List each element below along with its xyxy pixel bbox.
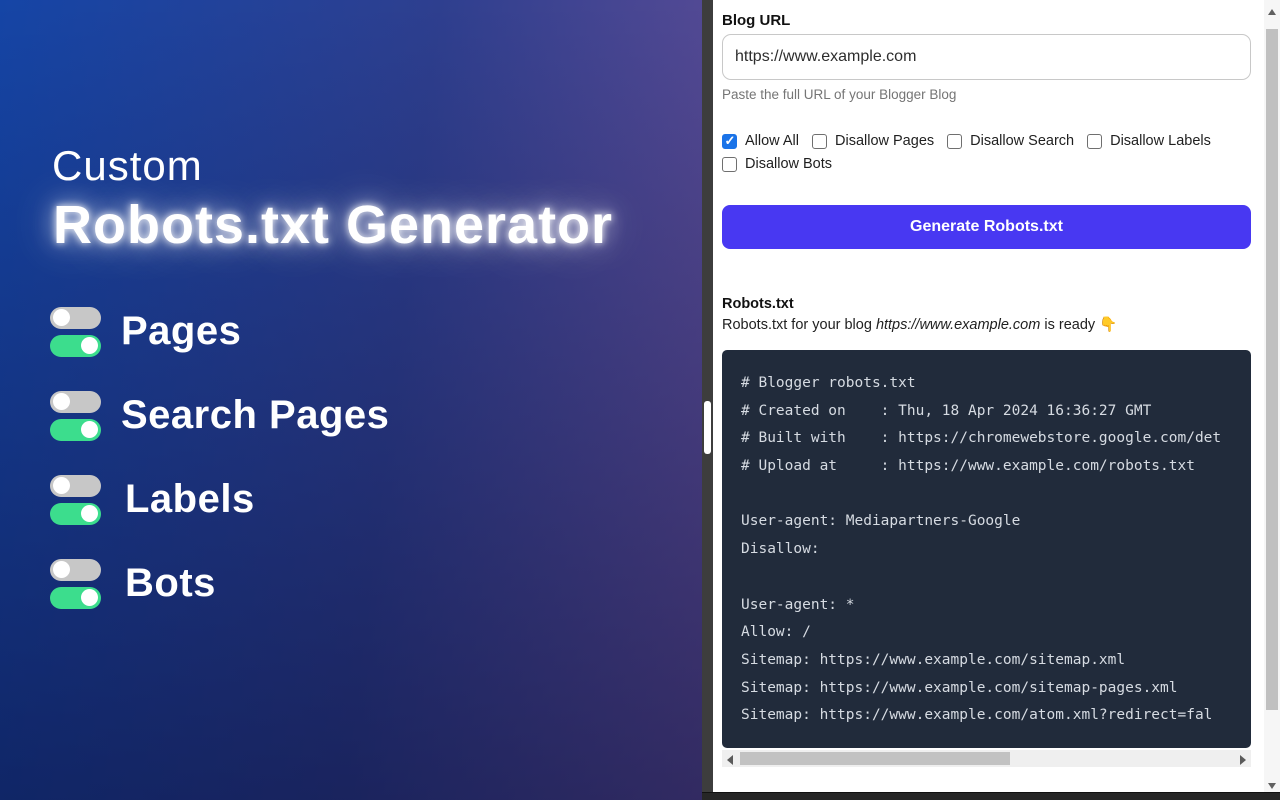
toggle-knob-icon [81, 421, 98, 438]
bots-toggle-off-icon[interactable] [50, 559, 101, 581]
code-line [741, 486, 1251, 514]
result-subtitle-prefix: Robots.txt for your blog [722, 317, 876, 333]
labels-toggle-off-icon[interactable] [50, 475, 101, 497]
labels-toggle-on-icon[interactable] [50, 503, 101, 525]
checkbox-label: Allow All [745, 133, 799, 149]
result-subtitle-suffix: is ready 👇 [1040, 317, 1117, 333]
code-horizontal-scrollbar-thumb[interactable] [740, 752, 1010, 765]
toggle-knob-icon [53, 393, 70, 410]
checkbox-unchecked-icon[interactable] [812, 134, 827, 149]
blog-url-label: Blog URL [722, 12, 1251, 29]
toggle-knob-icon [53, 477, 70, 494]
search-pages-toggle-on-icon[interactable] [50, 419, 101, 441]
robots-txt-output: # Blogger robots.txt # Created on : Thu,… [722, 350, 1251, 748]
blog-url-input[interactable] [722, 34, 1251, 80]
code-line: Sitemap: https://www.example.com/sitemap… [741, 652, 1251, 680]
code-line: Sitemap: https://www.example.com/sitemap… [741, 680, 1251, 708]
blog-url-hint: Paste the full URL of your Blogger Blog [722, 87, 1251, 102]
pages-switch-stack [50, 307, 101, 357]
code-line: # Upload at : https://www.example.com/ro… [741, 458, 1251, 486]
scroll-up-arrow-icon[interactable] [1268, 9, 1276, 15]
page-vertical-scrollbar-thumb[interactable] [1266, 29, 1278, 710]
toggle-knob-icon [53, 561, 70, 578]
checkbox-label: Disallow Search [970, 133, 1074, 149]
code-line: User-agent: * [741, 597, 1251, 625]
result-subtitle-url: https://www.example.com [876, 317, 1040, 333]
toggle-label-bots: Bots [125, 561, 216, 606]
scroll-down-arrow-icon[interactable] [1268, 783, 1276, 789]
labels-switch-stack [50, 475, 101, 525]
search-pages-toggle-off-icon[interactable] [50, 391, 101, 413]
code-line [741, 569, 1251, 597]
checkbox-label: Disallow Bots [745, 156, 832, 172]
toggle-item-labels: Labels [50, 474, 389, 525]
checkbox-label: Disallow Pages [835, 133, 934, 149]
scroll-right-arrow-icon[interactable] [1240, 755, 1246, 765]
result-heading: Robots.txt [722, 296, 1251, 312]
pages-toggle-on-icon[interactable] [50, 335, 101, 357]
generate-robots-button[interactable]: Generate Robots.txt [722, 205, 1251, 249]
toggle-knob-icon [81, 337, 98, 354]
toggle-item-search-pages: Search Pages [50, 390, 389, 441]
checkbox-unchecked-icon[interactable] [947, 134, 962, 149]
code-line: Sitemap: https://www.example.com/atom.xm… [741, 707, 1251, 735]
feature-toggle-list: Pages Search Pages Labels [50, 306, 389, 609]
code-line: Allow: / [741, 624, 1251, 652]
bots-switch-stack [50, 559, 101, 609]
result-subtitle: Robots.txt for your blog https://www.exa… [722, 316, 1251, 333]
search-pages-switch-stack [50, 391, 101, 441]
toggle-item-bots: Bots [50, 558, 389, 609]
checkbox-disallow-pages[interactable]: Disallow Pages [812, 133, 934, 149]
pages-toggle-off-icon[interactable] [50, 307, 101, 329]
popup-left-scrollbar-thumb[interactable] [704, 401, 711, 454]
toggle-knob-icon [81, 505, 98, 522]
code-line: # Built with : https://chromewebstore.go… [741, 430, 1251, 458]
checkbox-disallow-bots[interactable]: Disallow Bots [722, 156, 832, 172]
checkbox-checked-icon[interactable] [722, 134, 737, 149]
checkbox-unchecked-icon[interactable] [1087, 134, 1102, 149]
rule-checkbox-group: Allow All Disallow Pages Disallow Search… [722, 133, 1251, 172]
code-line: Disallow: [741, 541, 1251, 569]
promo-title-line1: Custom [52, 142, 203, 190]
scroll-left-arrow-icon[interactable] [727, 755, 733, 765]
toggle-knob-icon [53, 309, 70, 326]
code-horizontal-scrollbar[interactable] [722, 750, 1251, 767]
toggle-label-pages: Pages [121, 309, 241, 354]
code-line: # Blogger robots.txt [741, 375, 1251, 403]
toggle-label-search-pages: Search Pages [121, 393, 389, 438]
code-line: # Created on : Thu, 18 Apr 2024 16:36:27… [741, 403, 1251, 431]
promo-title-line2: Robots.txt Generator [53, 194, 613, 256]
toggle-item-pages: Pages [50, 306, 389, 357]
checkbox-label: Disallow Labels [1110, 133, 1211, 149]
code-line: User-agent: Mediapartners-Google [741, 513, 1251, 541]
popup-left-scrollbar[interactable] [702, 0, 713, 800]
checkbox-disallow-labels[interactable]: Disallow Labels [1087, 133, 1211, 149]
screenshot-stage: Custom Robots.txt Generator Pages Search… [0, 0, 1280, 800]
robots-generator-popup: Blog URL Paste the full URL of your Blog… [713, 0, 1264, 792]
toggle-label-labels: Labels [125, 477, 255, 522]
toggle-knob-icon [81, 589, 98, 606]
checkbox-allow-all[interactable]: Allow All [722, 133, 799, 149]
page-vertical-scrollbar[interactable] [1264, 0, 1280, 800]
checkbox-unchecked-icon[interactable] [722, 157, 737, 172]
checkbox-disallow-search[interactable]: Disallow Search [947, 133, 1074, 149]
bots-toggle-on-icon[interactable] [50, 587, 101, 609]
window-bottom-edge [702, 792, 1280, 800]
promo-panel: Custom Robots.txt Generator Pages Search… [0, 0, 702, 800]
